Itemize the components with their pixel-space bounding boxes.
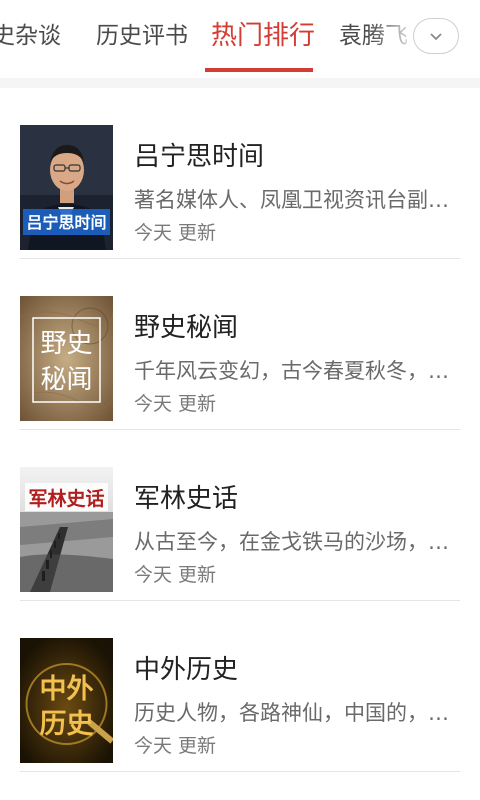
item-updated-label: 今天 更新 — [134, 393, 217, 415]
item-updated-label: 今天 更新 — [134, 564, 217, 586]
tab-history-chat[interactable]: 史杂谈 — [0, 0, 61, 72]
item-title: 军林史话 — [134, 484, 239, 514]
chevron-down-icon — [429, 27, 443, 46]
cover-image-yeshi-miwen: 野史 秘闻 — [20, 296, 113, 421]
item-description: 著名媒体人、凤凰卫视资讯台副台长吕宁思 — [134, 188, 452, 212]
active-tab-indicator — [205, 68, 313, 72]
cover-image-junlin-shihua: 军林史话 — [20, 467, 113, 592]
cover-image-lv-ningsi: 吕宁思时间 — [20, 125, 113, 250]
list-item-lv-ningsi[interactable]: 吕宁思时间 吕宁思时间 著名媒体人、凤凰卫视资讯台副台长吕宁思 今天 更新 — [0, 88, 480, 259]
divider — [20, 771, 460, 772]
list-item-yeshi-miwen[interactable]: 野史 秘闻 野史秘闻 千年风云变幻，古今春夏秋冬，尽在野史秘闻 今天 更新 — [0, 259, 480, 430]
ranking-list: 吕宁思时间 吕宁思时间 著名媒体人、凤凰卫视资讯台副台长吕宁思 今天 更新 — [0, 88, 480, 772]
list-item-zhongwai-lishi[interactable]: 中外 历史 中外历史 历史人物，各路神仙，中国的，外国的故事 今天 更新 — [0, 601, 480, 772]
item-title: 吕宁思时间 — [134, 142, 265, 172]
tab-history-storytelling[interactable]: 历史评书 — [96, 0, 188, 72]
item-description: 从古至今，在金戈铁马的沙场，在刀光剑影中 — [134, 530, 452, 554]
item-updated-label: 今天 更新 — [134, 735, 217, 757]
cover-text: 吕宁思时间 — [26, 213, 106, 232]
section-gap — [0, 78, 480, 88]
cover-image-zhongwai-lishi: 中外 历史 — [20, 638, 113, 763]
expand-tabs-button[interactable] — [413, 18, 459, 54]
tab-hot-ranking[interactable]: 热门排行 — [211, 0, 315, 72]
item-title: 野史秘闻 — [134, 313, 239, 343]
item-description: 历史人物，各路神仙，中国的，外国的故事 — [134, 701, 452, 725]
item-updated-label: 今天 更新 — [134, 222, 217, 244]
cover-text: 军林史话 — [28, 487, 104, 510]
category-tab-bar: 史杂谈 历史评书 热门排行 袁腾飞 — [0, 0, 480, 79]
cover-text-line-2: 秘闻 — [40, 365, 92, 395]
list-item-junlin-shihua[interactable]: 军林史话 军林史话 从古至今，在金戈铁马的沙场，在刀光剑影中 今天 更新 — [0, 430, 480, 601]
cover-text-line-1: 野史 — [40, 329, 92, 359]
item-title: 中外历史 — [134, 655, 239, 685]
item-description: 千年风云变幻，古今春夏秋冬，尽在野史秘闻 — [134, 359, 452, 383]
cover-text-line-1: 中外 — [40, 674, 94, 705]
cover-text-line-2: 历史 — [40, 709, 94, 740]
